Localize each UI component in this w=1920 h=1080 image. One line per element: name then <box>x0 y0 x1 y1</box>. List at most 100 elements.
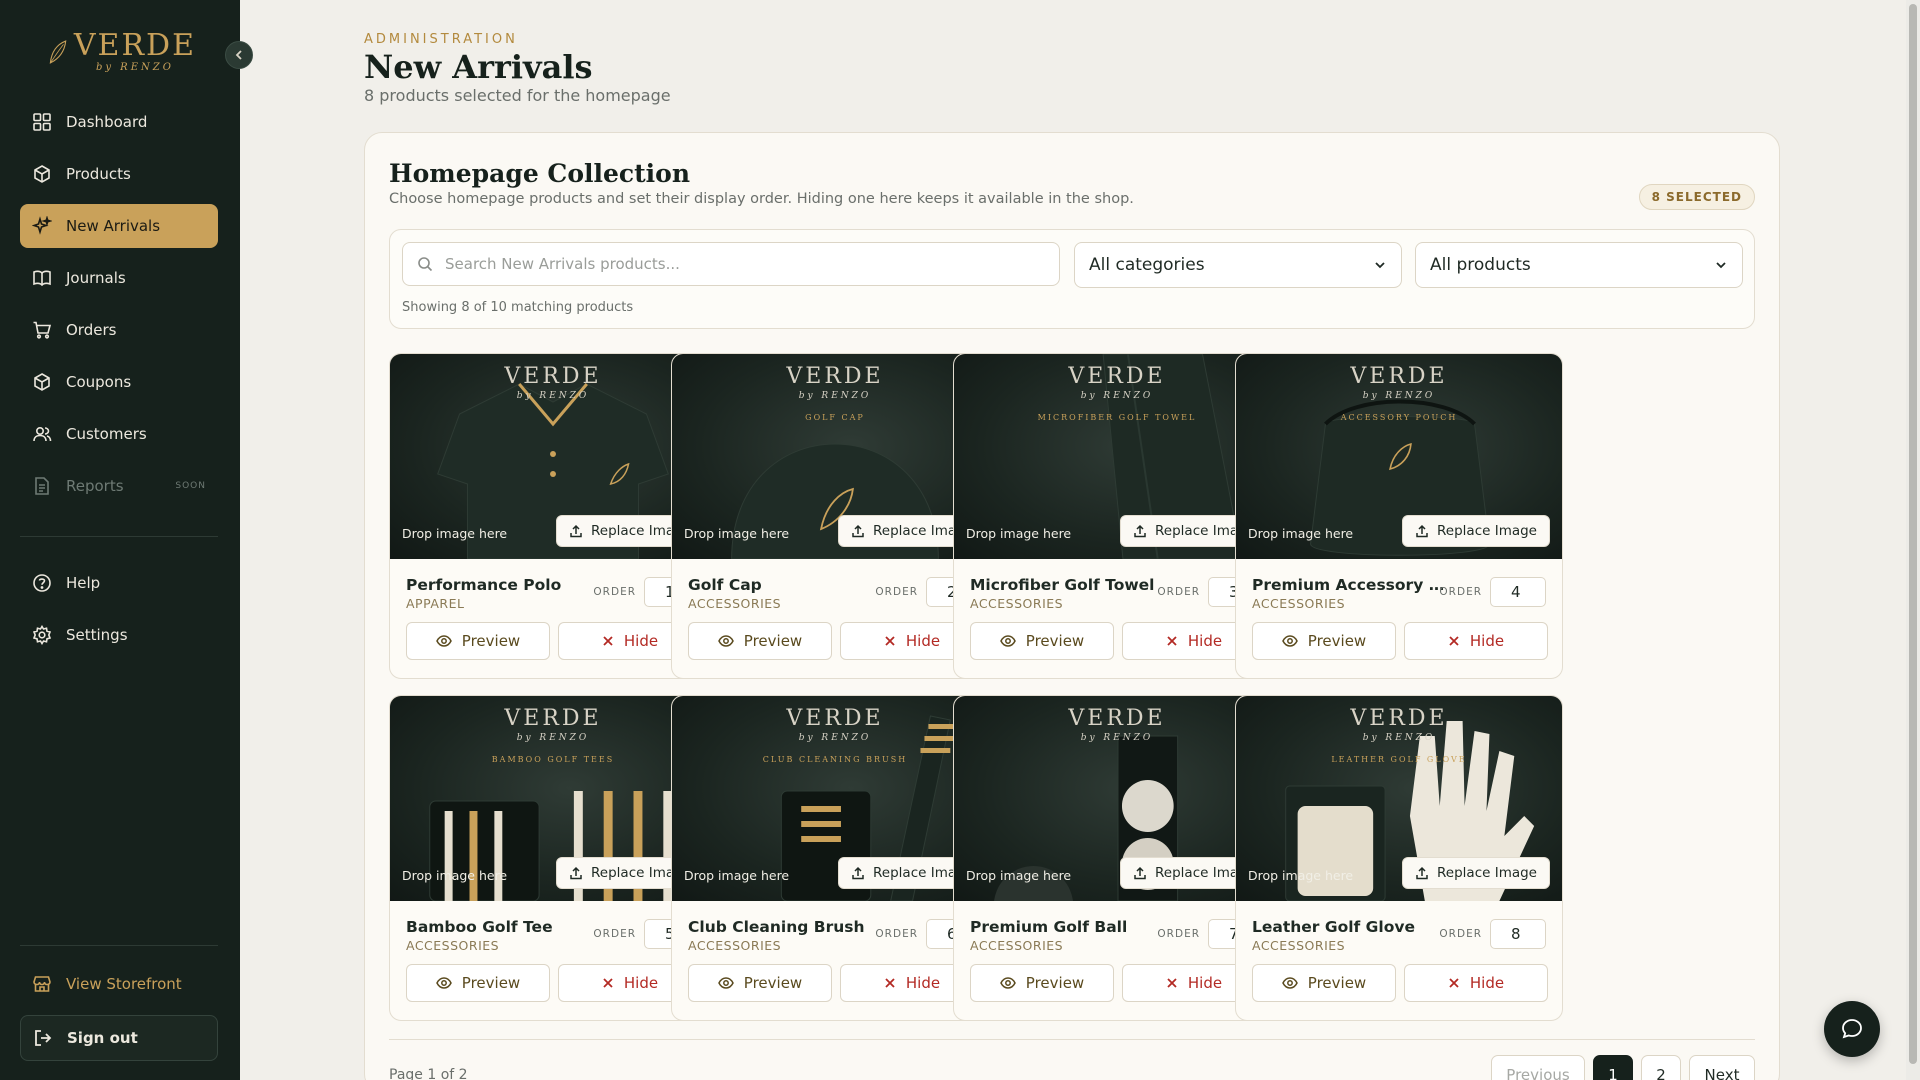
product-name: Golf Cap <box>688 576 762 594</box>
next-page-button[interactable]: Next <box>1689 1055 1755 1080</box>
sidebar-item-new-arrivals[interactable]: New Arrivals <box>20 204 218 248</box>
product-brand-word: VERDE <box>786 364 884 389</box>
view-storefront-link[interactable]: View Storefront <box>20 962 218 1006</box>
hide-button[interactable]: Hide <box>1404 964 1548 1002</box>
preview-button[interactable]: Preview <box>406 964 550 1002</box>
preview-button[interactable]: Preview <box>970 964 1114 1002</box>
product-package-text: MICROFIBER GOLF TOWEL <box>1037 413 1197 422</box>
preview-button[interactable]: Preview <box>688 964 832 1002</box>
product-filter-value: All products <box>1430 255 1531 275</box>
book-icon <box>33 270 51 287</box>
scrollbar-thumb[interactable] <box>1909 4 1917 1064</box>
sidebar-item-label: Settings <box>66 626 128 644</box>
page-2-button[interactable]: 2 <box>1641 1055 1681 1080</box>
replace-image-button[interactable]: Replace Image <box>1402 857 1550 889</box>
product-image-dropzone[interactable]: VERDE by RENZO GOLF CAP Drop image here … <box>672 354 998 559</box>
upload-icon <box>1416 866 1428 880</box>
eye-icon <box>1281 977 1298 989</box>
search-field[interactable] <box>402 242 1060 286</box>
preview-label: Preview <box>1307 974 1367 992</box>
filter-bar: All categories All products Showing 8 of… <box>389 229 1755 329</box>
preview-button[interactable]: Preview <box>688 622 832 660</box>
page-scrollbar[interactable] <box>1906 0 1920 1080</box>
product-image-dropzone[interactable]: VERDE by RENZO LEATHER GOLF GLOVE Drop i… <box>1236 696 1562 901</box>
store-icon <box>33 976 51 992</box>
hide-label: Hide <box>905 632 941 650</box>
sidebar-item-label: New Arrivals <box>66 217 161 235</box>
tag-icon <box>34 373 50 391</box>
drop-image-hint: Drop image here <box>1248 868 1354 883</box>
chat-button[interactable] <box>1824 1001 1880 1057</box>
product-image-dropzone[interactable]: VERDE by RENZO Drop image here Replace I… <box>390 354 716 559</box>
pagination-divider <box>389 1039 1755 1040</box>
replace-image-label: Replace Image <box>1437 523 1537 539</box>
sidebar-item-label: Help <box>66 574 101 592</box>
sidebar-item-settings[interactable]: Settings <box>20 613 218 657</box>
product-filter-select[interactable]: All products <box>1415 242 1743 288</box>
product-brand-mark: VERDE by RENZO <box>390 364 716 401</box>
order-input[interactable]: 8 <box>1490 919 1546 949</box>
product-image-dropzone[interactable]: VERDE by RENZO BAMBOO GOLF TEES Drop ima… <box>390 696 716 901</box>
sidebar-item-label: Reports <box>66 477 124 495</box>
search-icon <box>418 257 433 272</box>
collapse-sidebar-button[interactable] <box>225 41 253 69</box>
page-eyebrow: ADMINISTRATION <box>364 32 518 47</box>
sidebar-item-products[interactable]: Products <box>20 152 218 196</box>
users-icon <box>33 426 52 442</box>
sidebar-item-coupons[interactable]: Coupons <box>20 360 218 404</box>
preview-button[interactable]: Preview <box>1252 622 1396 660</box>
upload-icon <box>1416 524 1428 538</box>
product-category: ACCESSORIES <box>1252 938 1346 953</box>
product-card: VERDE by RENZO LEATHER GOLF GLOVE Drop i… <box>1235 695 1563 1021</box>
drop-image-hint: Drop image here <box>966 868 1072 883</box>
replace-image-button[interactable]: Replace Image <box>1402 515 1550 547</box>
page-1-button[interactable]: 1 <box>1593 1055 1633 1080</box>
sidebar-item-dashboard[interactable]: Dashboard <box>20 100 218 144</box>
category-select[interactable]: All categories <box>1074 242 1402 288</box>
sidebar-item-customers[interactable]: Customers <box>20 412 218 456</box>
eye-icon <box>435 977 452 989</box>
product-card: VERDE by RENZO Drop image here Replace I… <box>953 695 1281 1021</box>
preview-button[interactable]: Preview <box>406 622 550 660</box>
order-label: ORDER <box>1439 928 1482 940</box>
upload-icon <box>1134 524 1146 538</box>
sign-out-button[interactable]: Sign out <box>20 1015 218 1061</box>
sidebar-item-label: Journals <box>66 269 126 287</box>
sidebar-item-orders[interactable]: Orders <box>20 308 218 352</box>
product-brand-word: VERDE <box>504 706 602 731</box>
hide-label: Hide <box>623 632 659 650</box>
logout-icon <box>35 1030 52 1046</box>
eye-icon <box>999 635 1016 647</box>
product-brand-sub: by RENZO <box>516 391 590 401</box>
upload-icon <box>852 524 864 538</box>
close-icon <box>1449 636 1459 646</box>
order-input[interactable]: 4 <box>1490 577 1546 607</box>
product-image-dropzone[interactable]: VERDE by RENZO MICROFIBER GOLF TOWEL Dro… <box>954 354 1280 559</box>
eye-icon <box>999 977 1016 989</box>
product-brand-mark: VERDE by RENZO LEATHER GOLF GLOVE <box>1236 706 1562 764</box>
sidebar: VERDE by RENZO Dashboard Products New Ar… <box>0 0 253 1080</box>
product-image-dropzone[interactable]: VERDE by RENZO Drop image here Replace I… <box>954 696 1280 901</box>
sidebar-item-reports: Reports SOON <box>20 464 218 508</box>
soon-badge: SOON <box>175 481 206 491</box>
search-input[interactable] <box>445 255 1059 273</box>
preview-button[interactable]: Preview <box>970 622 1114 660</box>
previous-page-button[interactable]: Previous <box>1491 1055 1585 1080</box>
dashboard-icon <box>33 113 51 131</box>
upload-icon <box>570 866 582 880</box>
product-image-dropzone[interactable]: VERDE by RENZO ACCESSORY POUCH Drop imag… <box>1236 354 1562 559</box>
sidebar-item-label: Customers <box>66 425 147 443</box>
brand-logo[interactable]: VERDE by RENZO <box>46 26 196 78</box>
sidebar-item-journals[interactable]: Journals <box>20 256 218 300</box>
product-brand-sub: by RENZO <box>798 391 872 401</box>
product-package-text: LEATHER GOLF GLOVE <box>1331 755 1467 764</box>
preview-button[interactable]: Preview <box>1252 964 1396 1002</box>
product-image-dropzone[interactable]: VERDE by RENZO CLUB CLEANING BRUSH Drop … <box>672 696 998 901</box>
homepage-collection-panel: Homepage Collection Choose homepage prod… <box>364 132 1780 1080</box>
preview-label: Preview <box>1025 974 1085 992</box>
preview-label: Preview <box>1307 632 1367 650</box>
hide-button[interactable]: Hide <box>1404 622 1548 660</box>
close-icon <box>603 636 613 646</box>
chevron-left-icon <box>235 50 242 60</box>
sidebar-item-help[interactable]: Help <box>20 561 218 605</box>
